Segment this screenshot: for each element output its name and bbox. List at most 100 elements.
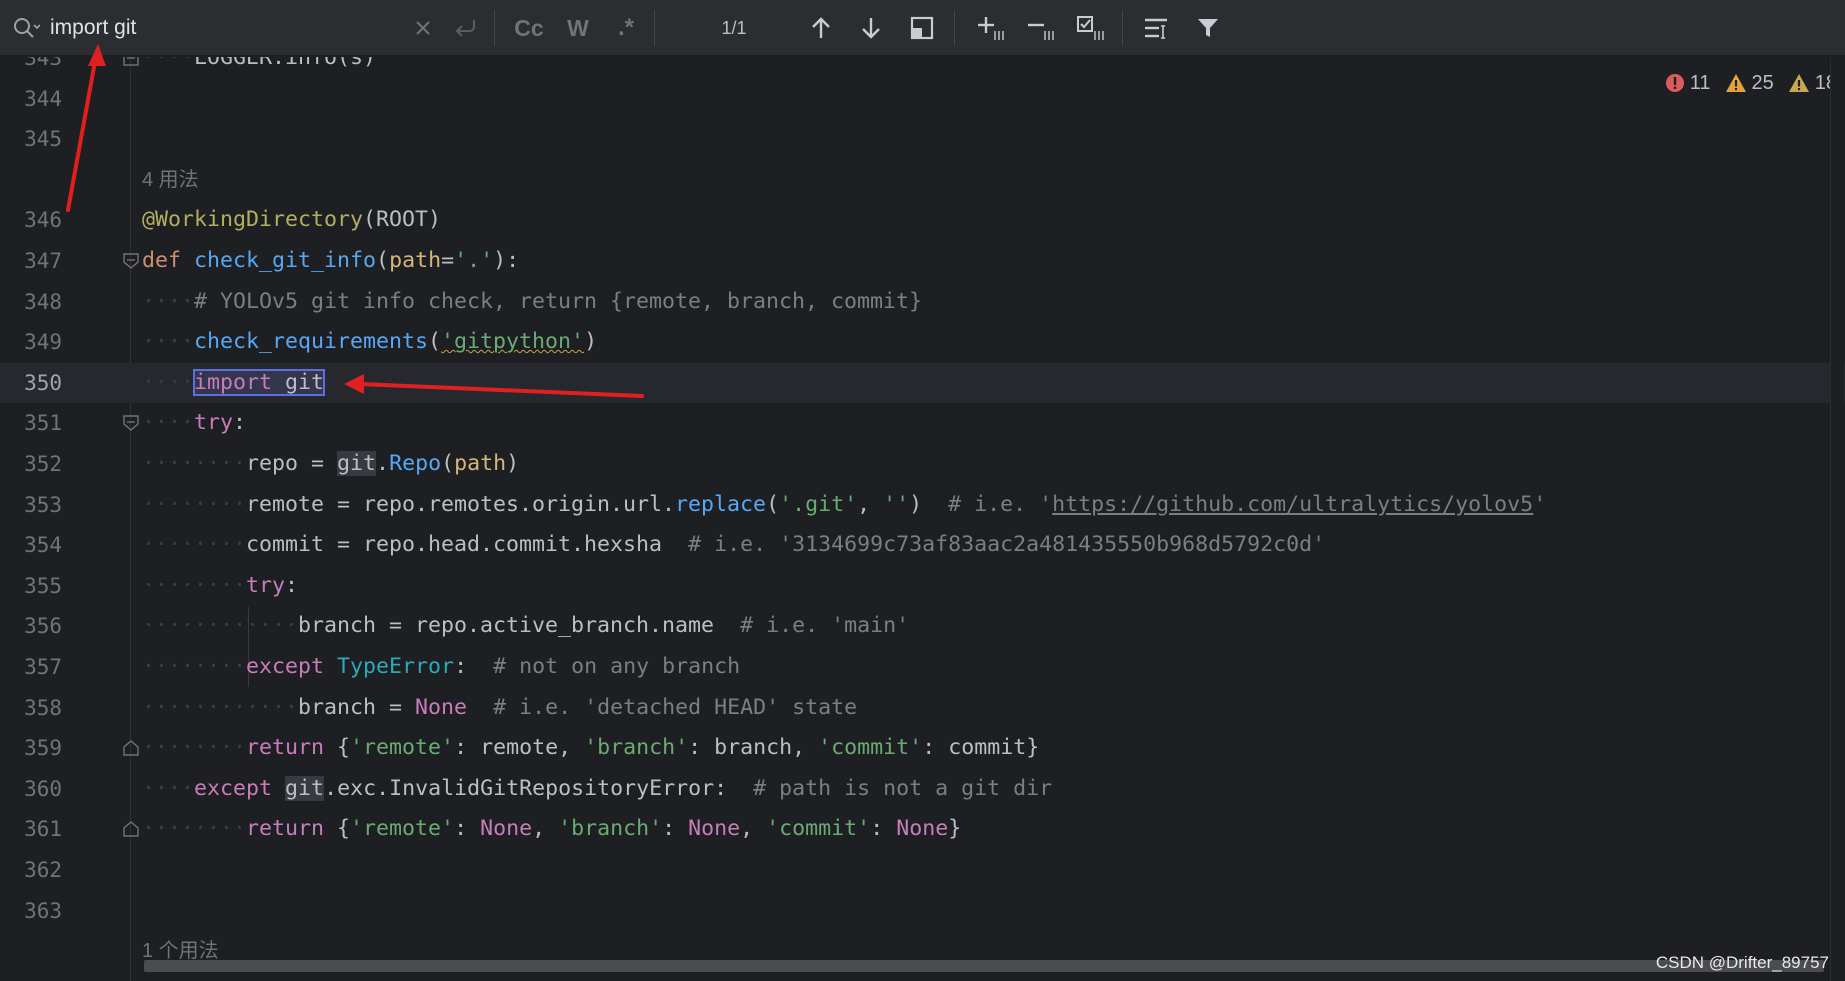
separator: [654, 10, 655, 46]
warning-count[interactable]: 25: [1725, 72, 1774, 95]
search-input[interactable]: import git: [50, 0, 400, 56]
fold-icon[interactable]: [122, 252, 140, 270]
line-number: 352: [24, 452, 62, 476]
select-all-occurrences-icon[interactable]: [1068, 0, 1114, 56]
code-line: 355 ········try:: [0, 566, 1845, 607]
code-text: ············branch = repo.active_branch.…: [142, 613, 910, 639]
code-text: ········repo = git.Repo(path): [142, 451, 520, 476]
code-line: 347 def check_git_info(path='.'):: [0, 241, 1845, 282]
line-number: 348: [24, 289, 62, 314]
code-line: 358 ············branch = None # i.e. 'de…: [0, 688, 1845, 729]
remove-occurrence-icon[interactable]: [1018, 0, 1064, 56]
line-number: 354: [24, 533, 62, 558]
match-case-toggle[interactable]: Cc: [506, 0, 552, 56]
horizontal-scrollbar[interactable]: [144, 960, 1824, 972]
line-number: 350: [24, 370, 62, 395]
find-bar: import git Cc W .* 1/1: [0, 0, 1845, 56]
code-text: ····# YOLOv5 git info check, return {rem…: [142, 288, 923, 314]
fold-icon[interactable]: [122, 820, 140, 838]
code-line: 363: [0, 891, 1845, 932]
match-count: 1/1: [721, 17, 747, 38]
line-number: 343: [24, 57, 62, 70]
line-number: 363: [24, 898, 62, 923]
select-in-editor-icon[interactable]: [900, 0, 944, 56]
usage-hint[interactable]: 4 用法: [142, 160, 199, 201]
code-text: def check_git_info(path='.'):: [142, 248, 520, 273]
warning-count-label: 25: [1751, 71, 1774, 94]
code-line: 352 ········repo = git.Repo(path): [0, 444, 1845, 485]
line-number: 351: [24, 411, 62, 436]
line-number: 357: [24, 655, 62, 679]
line-number: 360: [24, 776, 62, 801]
watermark: CSDN @Drifter_89757: [1655, 953, 1829, 972]
error-count[interactable]: 11: [1665, 72, 1711, 95]
code-text: ········remote = repo.remotes.origin.url…: [142, 491, 1547, 517]
code-text: ············branch = None # i.e. 'detach…: [142, 694, 858, 720]
line-number: 362: [24, 858, 62, 882]
line-number: 345: [24, 127, 62, 152]
code-text: ····try:: [142, 410, 247, 436]
inspection-widget[interactable]: 11 25 18: [1665, 70, 1845, 96]
code-line: 344: [0, 79, 1845, 120]
code-line: 357 ········except TypeError: # not on a…: [0, 647, 1845, 688]
code-text: ········return {'remote': remote, 'branc…: [142, 735, 1040, 761]
line-number: 355: [24, 573, 62, 598]
vertical-scrollbar[interactable]: [1830, 57, 1844, 981]
line-number: 359: [24, 736, 62, 761]
code-text: ····import git: [142, 368, 326, 396]
error-count-label: 11: [1689, 71, 1711, 94]
whole-words-toggle[interactable]: W: [558, 0, 598, 56]
code-text: @WorkingDirectory(ROOT): [142, 207, 442, 233]
separator: [954, 10, 955, 46]
line-number: 346: [24, 208, 62, 233]
arrow-up-icon[interactable]: [800, 0, 842, 56]
code-area: 343 ····LOGGER.info(s) 344 345 4 用法 346 …: [0, 57, 1845, 981]
usage-hint-row: 4 用法: [0, 160, 1845, 201]
separator: [494, 10, 495, 46]
code-line: 351 ····try:: [0, 403, 1845, 444]
error-icon: [1665, 74, 1684, 92]
line-number: 356: [24, 614, 62, 639]
clear-icon[interactable]: [406, 0, 440, 56]
line-number: 347: [24, 249, 62, 273]
weak-warning-icon: [1788, 74, 1809, 92]
code-line: 354 ········commit = repo.head.commit.he…: [0, 525, 1845, 566]
filter-icon[interactable]: [1186, 0, 1230, 56]
line-number: 353: [24, 492, 62, 517]
search-match[interactable]: import git: [193, 368, 326, 396]
line-number: 361: [24, 817, 62, 842]
code-line: 359 ········return {'remote': remote, 'b…: [0, 728, 1845, 769]
code-editor[interactable]: 343 ····LOGGER.info(s) 344 345 4 用法 346 …: [0, 57, 1845, 981]
separator: [1122, 10, 1123, 46]
code-text: ····LOGGER.info(s): [142, 57, 377, 70]
code-text: ····except git.exc.InvalidGitRepositoryE…: [142, 775, 1053, 801]
add-occurrence-icon[interactable]: [968, 0, 1014, 56]
code-text: ········except TypeError: # not on any b…: [142, 654, 741, 679]
code-line-current: 350 ····import git: [0, 362, 1845, 404]
code-line: 353 ········remote = repo.remotes.origin…: [0, 485, 1845, 526]
code-line: 343 ····LOGGER.info(s): [0, 57, 1845, 79]
line-number: 349: [24, 330, 62, 355]
code-line: 360 ····except git.exc.InvalidGitReposit…: [0, 769, 1845, 810]
line-number: 344: [24, 86, 62, 111]
code-line: 362: [0, 850, 1845, 891]
code-line: 361 ········return {'remote': None, 'bra…: [0, 809, 1845, 850]
arrow-down-icon[interactable]: [850, 0, 892, 56]
fold-icon[interactable]: [122, 739, 140, 757]
code-line: 346 @WorkingDirectory(ROOT): [0, 200, 1845, 241]
regex-toggle[interactable]: .*: [604, 0, 648, 56]
line-number: 358: [24, 695, 62, 720]
code-line: 349 ····check_requirements('gitpython'): [0, 322, 1845, 363]
newline-icon[interactable]: [446, 0, 486, 56]
code-text: ········return {'remote': None, 'branch'…: [142, 816, 962, 842]
fold-icon[interactable]: [122, 57, 140, 67]
search-icon[interactable]: [8, 0, 44, 56]
code-text: ········commit = repo.head.commit.hexsha…: [142, 532, 1326, 558]
code-line: 345: [0, 119, 1845, 160]
fold-icon[interactable]: [122, 414, 140, 432]
multiline-icon[interactable]: [1134, 0, 1180, 56]
github-link[interactable]: https://github.com/ultralytics/yolov5: [1052, 492, 1533, 517]
code-text: ····check_requirements('gitpython'): [142, 329, 598, 355]
warning-icon: [1725, 74, 1746, 92]
code-line: 356 ············branch = repo.active_bra…: [0, 606, 1845, 647]
